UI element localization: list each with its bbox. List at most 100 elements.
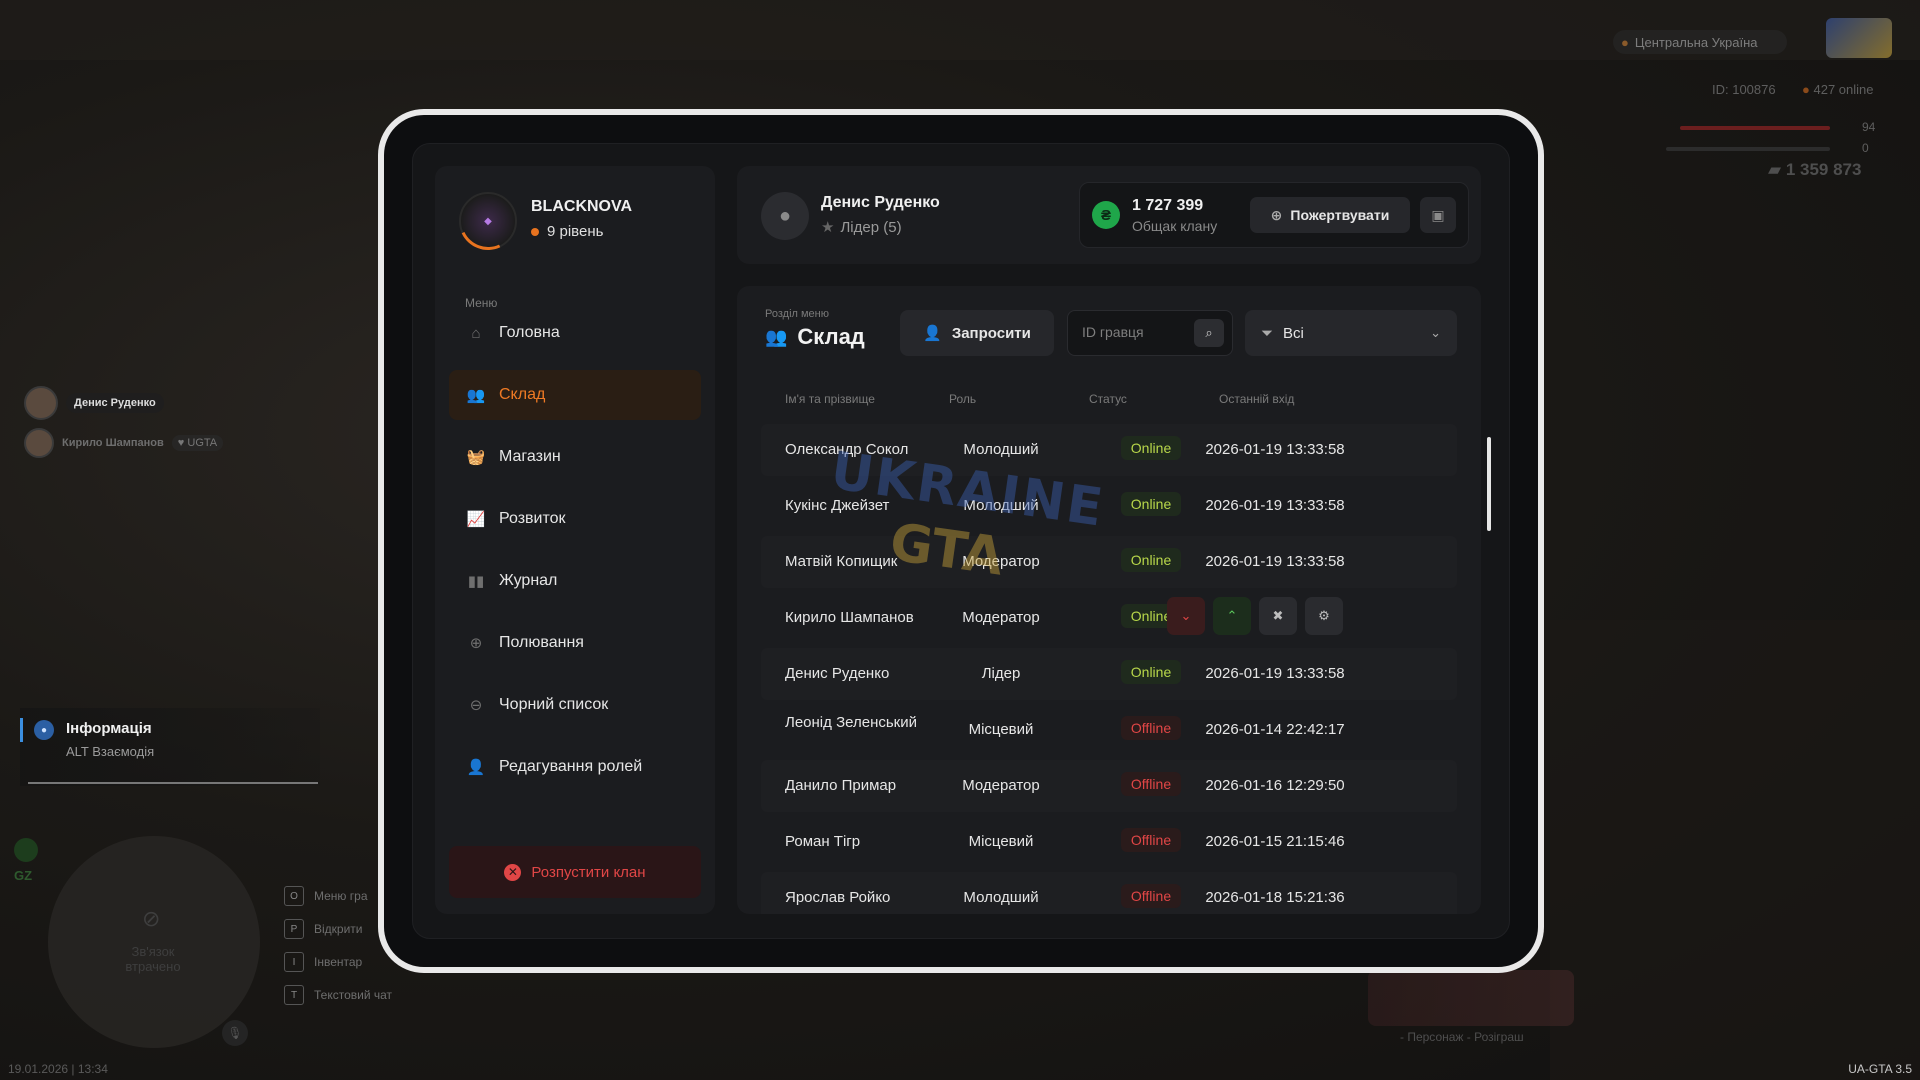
user-settings-button[interactable]: ⚙	[1305, 597, 1343, 635]
version-label: UA-GTA 3.5	[1848, 1062, 1912, 1076]
sidebar-item-label: Журнал	[499, 572, 558, 589]
info-notification: ● Інформація ALT Взаємодія	[20, 708, 320, 786]
key-hint-label: Інвентар	[314, 955, 363, 969]
chevron-down-icon: ⌄	[1180, 608, 1192, 623]
member-last-login: 2026-01-19 13:33:58	[1205, 497, 1345, 514]
clan-level-label: 9 рівень	[547, 223, 604, 240]
online-label: 427 online	[1813, 82, 1874, 97]
column-header-last-login: Останній вхід	[1219, 392, 1295, 406]
info-icon: ●	[34, 720, 54, 740]
member-last-login: 2026-01-19 13:33:58	[1205, 553, 1345, 570]
giveaway-banner[interactable]	[1368, 970, 1574, 1026]
plus-circle-icon: ⊕	[1270, 206, 1283, 223]
demote-button[interactable]: ⌄	[1167, 597, 1205, 635]
hryvnia-coin-icon: ₴	[1092, 201, 1120, 229]
info-title: Інформація	[66, 720, 152, 737]
invite-button[interactable]: 👤 Запросити	[900, 310, 1054, 356]
status-badge: Online	[1120, 436, 1182, 460]
sidebar-item-8[interactable]: 👤 Редагування ролей	[449, 742, 701, 792]
armor-bar	[1666, 147, 1830, 151]
basket-icon: 🧺	[466, 449, 486, 466]
sidebar-item-label: Редагування ролей	[499, 758, 643, 775]
archive-icon: ▣	[1431, 206, 1445, 223]
member-last-login: 2026-01-19 13:33:58	[1205, 665, 1345, 682]
remove-user-icon: ✖	[1272, 608, 1284, 623]
bank-amount: 1 727 399	[1132, 197, 1204, 214]
donate-button[interactable]: ⊕ Пожертвувати	[1250, 197, 1410, 233]
sidebar-item-5[interactable]: ▮▮ Журнал	[449, 556, 701, 606]
disband-clan-button[interactable]: ✕ Розпустити клан	[449, 846, 701, 898]
user-edit-icon: 👤	[466, 759, 486, 776]
sidebar-item-1[interactable]: ⌂ Головна	[449, 308, 701, 358]
money-display: ▰ 1 359 873	[1768, 160, 1861, 180]
status-badge: Online	[1120, 492, 1182, 516]
minimap-status: Зв'язок втрачено	[125, 944, 181, 974]
sidebar-item-3[interactable]: 🧺 Магазин	[449, 432, 701, 482]
add-user-icon: 👤	[923, 325, 942, 342]
avatar	[24, 428, 54, 458]
table-row[interactable]: Кирило Шампанов Модератор Online ⌄ ⌃ ✖ ⚙	[761, 592, 1457, 644]
scrollbar[interactable]	[1487, 437, 1491, 531]
money-icon: ▰	[1768, 160, 1782, 179]
sidebar-item-7[interactable]: ⊖ Чорний список	[449, 680, 701, 730]
promote-button[interactable]: ⌃	[1213, 597, 1251, 635]
chevron-up-icon: ⌃	[1226, 608, 1238, 623]
player-tag: ♥ UGTA	[171, 435, 224, 451]
role-filter-dropdown[interactable]: ⏷ Всі ⌄	[1245, 310, 1457, 356]
status-badge: Offline	[1120, 716, 1182, 740]
user-role: ★ Лідер (5)	[821, 218, 902, 237]
info-progress	[28, 782, 318, 784]
members-panel: Розділ меню 👥 Склад 👤 Запросити ⌕ ⏷ Всі …	[737, 286, 1481, 914]
filter-icon: ⏷	[1261, 324, 1274, 342]
region-indicator: ● Центральна Україна	[1613, 30, 1787, 54]
clan-level-progress	[450, 183, 526, 259]
user-role-label: Лідер (5)	[840, 218, 902, 236]
kick-button[interactable]: ✖	[1259, 597, 1297, 635]
bank-label: Общак клану	[1132, 218, 1218, 234]
sidebar-item-4[interactable]: 📈 Розвиток	[449, 494, 701, 544]
table-row[interactable]: Данило Примар Модератор Offline 2026-01-16 …	[761, 760, 1457, 812]
player-name: Кирило Шампанов	[62, 437, 164, 449]
status-badge: Offline	[1120, 884, 1182, 908]
datetime: 19.01.2026 | 13:34	[8, 1062, 108, 1076]
table-row[interactable]: Матвій Копищик Модератор Online 2026-01-19 …	[761, 536, 1457, 588]
status-badge: Offline	[1120, 772, 1182, 796]
sidebar-item-2[interactable]: 👥 Склад	[449, 370, 701, 420]
info-hint: ALT Взаємодія	[66, 744, 155, 759]
row-actions: ⌄ ⌃ ✖ ⚙	[1167, 597, 1343, 635]
player-entry: Кирило Шампанов ♥ UGTA	[24, 428, 224, 458]
player-id-search: ⌕	[1067, 310, 1233, 356]
heart-icon: ♥	[177, 437, 185, 449]
star-icon: ★	[821, 219, 835, 236]
clan-level: 9 рівень	[531, 223, 603, 240]
player-entry: Денис Руденко	[24, 386, 164, 420]
table-row[interactable]: Ярослав Ройко Молодший Offline 2026-01-18 1…	[761, 872, 1457, 914]
money-value: 1 359 873	[1785, 160, 1862, 179]
user-avatar-icon: ●	[761, 192, 809, 240]
crosshair-icon: ⊕	[469, 635, 483, 652]
search-icon: ⌕	[1205, 325, 1213, 340]
sidebar-item-label: Магазин	[499, 448, 561, 465]
key-hint: T Текстовий чат	[284, 985, 392, 1005]
key-cap: I	[284, 952, 304, 972]
member-last-login: 2026-01-18 15:21:36	[1205, 889, 1345, 906]
column-header-role: Роль	[949, 392, 977, 406]
sidebar-item-6[interactable]: ⊕ Полювання	[449, 618, 701, 668]
key-hint: P Відкрити	[284, 919, 363, 939]
member-last-login: 2026-01-16 12:29:50	[1205, 777, 1345, 794]
invite-label: Запросити	[951, 324, 1031, 342]
filter-value: Всі	[1283, 324, 1304, 342]
key-hint: O Меню гра	[284, 886, 368, 906]
disband-label: Розпустити клан	[531, 863, 646, 881]
search-button[interactable]: ⌕	[1194, 319, 1224, 347]
table-row[interactable]: Роман Тігр Місцевий Offline 2026-01-15 21:1…	[761, 816, 1457, 868]
book-icon: ▮▮	[467, 573, 485, 590]
search-input[interactable]	[1080, 323, 1194, 341]
table-row[interactable]: Леонід Зеленський Місцевий Offline 2026-01-…	[761, 704, 1457, 756]
bank-history-button[interactable]: ▣	[1420, 197, 1456, 233]
table-row[interactable]: Денис Руденко Лідер Online 2026-01-19 13:33…	[761, 648, 1457, 700]
minimap: ⊘ Зв'язок втрачено	[48, 836, 260, 1048]
location-icon: ●	[1621, 34, 1629, 50]
column-header-name: Ім'я та прізвище	[785, 392, 875, 406]
avatar	[24, 386, 58, 420]
